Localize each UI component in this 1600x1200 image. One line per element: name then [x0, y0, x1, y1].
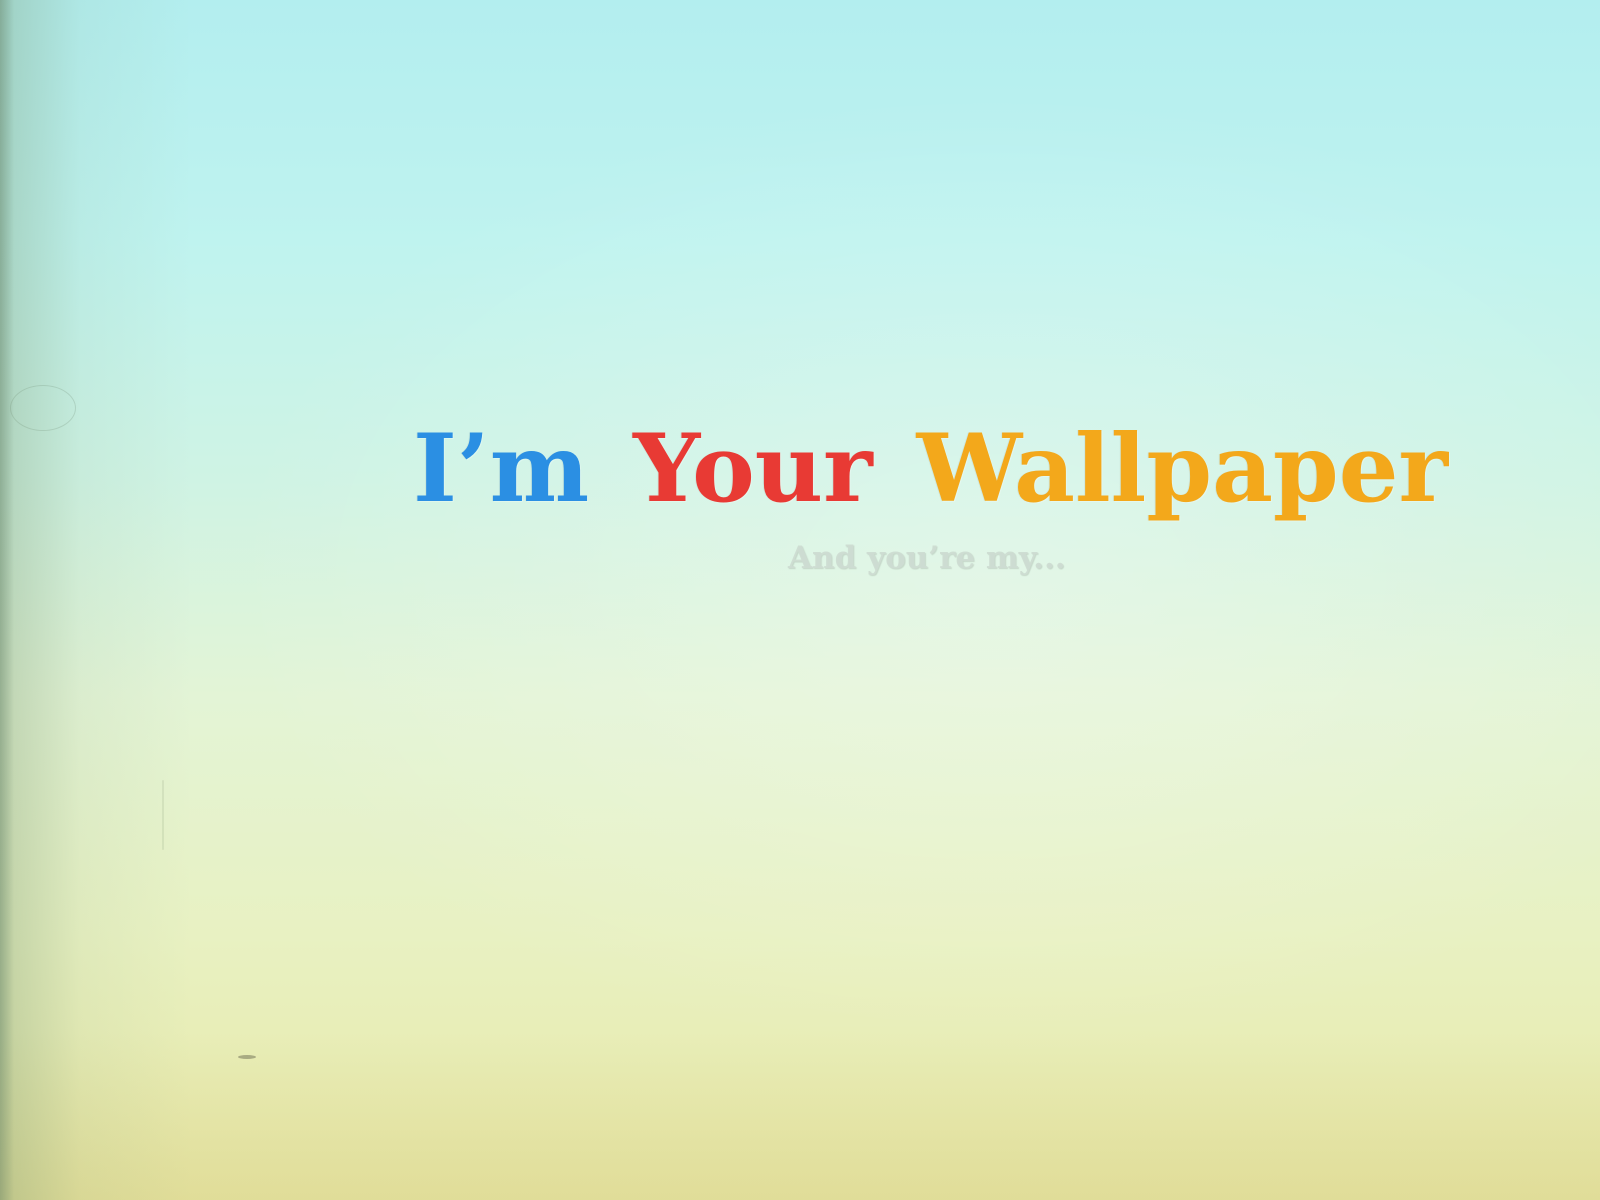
wallpaper-title: I’m Your Wallpaper	[413, 422, 1448, 516]
paper-scuff-mark	[10, 385, 76, 431]
wallpaper-subtitle: And you’re my...	[788, 540, 1066, 576]
paper-scuff-mark	[238, 1055, 256, 1059]
paper-vignette	[0, 0, 1600, 1200]
wallpaper-background: I’m Your Wallpaper And you’re my...	[0, 0, 1600, 1200]
title-word-your: Your	[633, 414, 873, 524]
paper-scuff-mark	[162, 780, 164, 850]
title-word-wallpaper: Wallpaper	[916, 414, 1449, 524]
paper-edge-shadow	[0, 0, 14, 1200]
title-word-im: I’m	[413, 414, 590, 524]
